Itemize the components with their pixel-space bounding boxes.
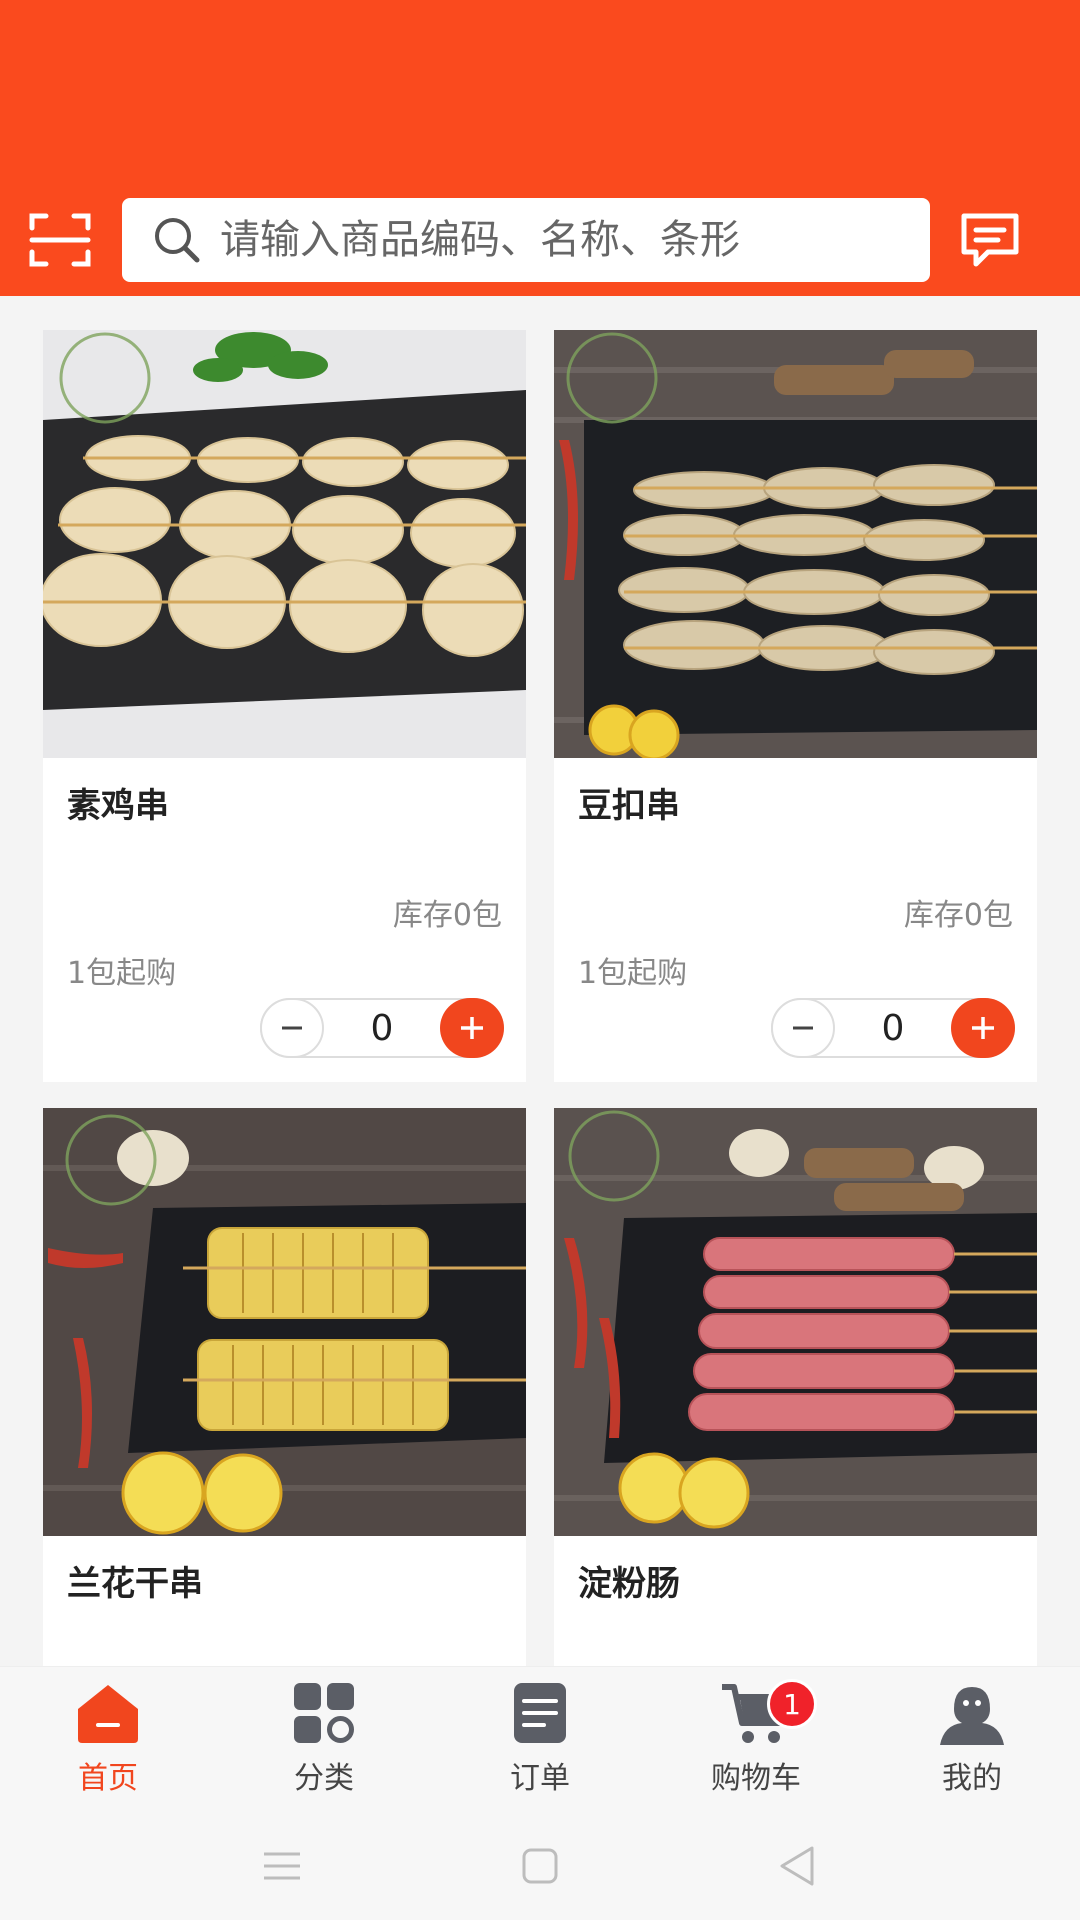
tab-cart[interactable]: 1 购物车 bbox=[681, 1679, 831, 1801]
search-input[interactable] bbox=[220, 217, 900, 263]
home-icon bbox=[78, 1685, 138, 1743]
message-icon bbox=[961, 213, 1019, 267]
tab-label: 购物车 bbox=[711, 1761, 801, 1796]
product-card[interactable]: 兰花干串 bbox=[43, 1108, 526, 1666]
tab-label: 订单 bbox=[510, 1761, 570, 1796]
scan-button[interactable] bbox=[28, 208, 92, 272]
product-image[interactable] bbox=[554, 1108, 1037, 1536]
plus-icon bbox=[972, 1017, 994, 1039]
back-triangle-icon bbox=[780, 1846, 814, 1886]
product-min-order: 1包起购 bbox=[578, 956, 688, 991]
search-bar[interactable] bbox=[122, 198, 930, 282]
message-button[interactable] bbox=[958, 210, 1022, 270]
decrease-button[interactable] bbox=[771, 998, 835, 1058]
menu-icon bbox=[264, 1852, 300, 1880]
product-card[interactable]: 淀粉肠 bbox=[554, 1108, 1037, 1666]
orders-icon bbox=[514, 1683, 566, 1743]
minus-icon bbox=[282, 1026, 302, 1030]
product-image[interactable] bbox=[43, 330, 526, 758]
system-navigation-bar bbox=[0, 1806, 1080, 1920]
cart-count-badge: 1 bbox=[767, 1679, 817, 1729]
product-name: 素鸡串 bbox=[67, 786, 169, 826]
product-card[interactable]: 豆扣串 库存0包 1包起购 0 bbox=[554, 330, 1037, 1082]
tab-category[interactable]: 分类 bbox=[249, 1681, 399, 1801]
scan-icon bbox=[29, 213, 91, 267]
top-header bbox=[0, 0, 1080, 296]
product-card[interactable]: 素鸡串 库存0包 1包起购 0 bbox=[43, 330, 526, 1082]
tab-label: 首页 bbox=[78, 1761, 138, 1796]
tab-label: 分类 bbox=[294, 1761, 354, 1796]
decrease-button[interactable] bbox=[260, 998, 324, 1058]
product-image[interactable] bbox=[43, 1108, 526, 1536]
user-icon bbox=[940, 1687, 1004, 1745]
product-stock: 库存0包 bbox=[903, 898, 1013, 933]
quantity-stepper: 0 bbox=[260, 998, 504, 1058]
product-name: 豆扣串 bbox=[578, 786, 680, 826]
tab-home[interactable]: 首页 bbox=[33, 1681, 183, 1801]
recent-apps-button[interactable] bbox=[252, 1836, 312, 1896]
tab-label: 我的 bbox=[942, 1761, 1002, 1796]
tab-profile[interactable]: 我的 bbox=[897, 1681, 1047, 1801]
category-icon bbox=[294, 1683, 354, 1743]
quantity-stepper: 0 bbox=[771, 998, 1015, 1058]
tab-orders[interactable]: 订单 bbox=[465, 1681, 615, 1801]
product-stock: 库存0包 bbox=[392, 898, 502, 933]
product-min-order: 1包起购 bbox=[67, 956, 177, 991]
increase-button[interactable] bbox=[440, 998, 504, 1058]
home-square-icon bbox=[522, 1848, 558, 1884]
quantity-value[interactable]: 0 bbox=[324, 998, 440, 1058]
bottom-tab-bar: 首页 分类 订单 1 购物车 我的 bbox=[0, 1666, 1080, 1806]
product-name: 淀粉肠 bbox=[578, 1564, 680, 1604]
back-system-button[interactable] bbox=[768, 1836, 828, 1896]
minus-icon bbox=[793, 1026, 813, 1030]
home-system-button[interactable] bbox=[510, 1836, 570, 1896]
increase-button[interactable] bbox=[951, 998, 1015, 1058]
plus-icon bbox=[461, 1017, 483, 1039]
quantity-value[interactable]: 0 bbox=[835, 998, 951, 1058]
product-image[interactable] bbox=[554, 330, 1037, 758]
search-icon bbox=[155, 218, 200, 263]
product-name: 兰花干串 bbox=[67, 1564, 203, 1604]
